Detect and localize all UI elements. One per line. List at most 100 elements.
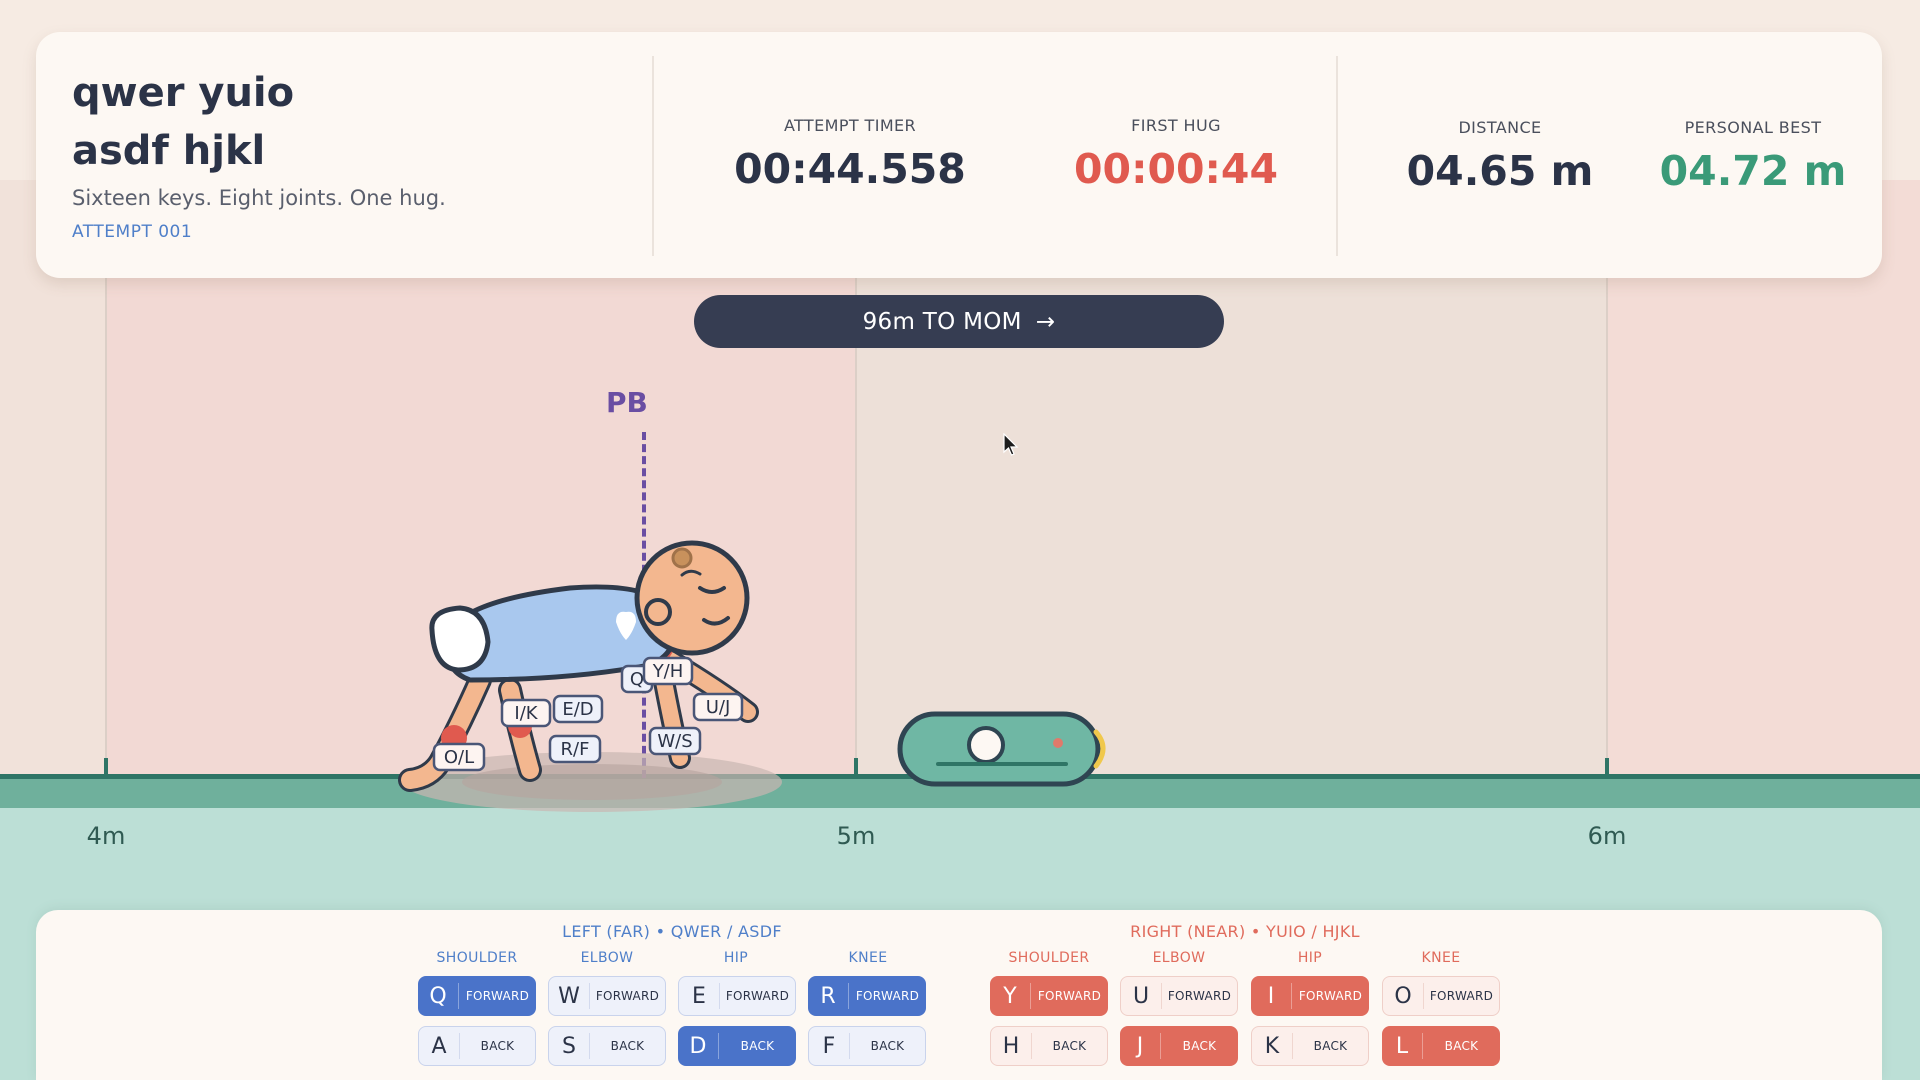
key-h-back-button[interactable]: H BACK xyxy=(990,1026,1108,1066)
first-hug: FIRST HUG 00:00:44 xyxy=(1056,116,1296,193)
right-elbow-label: ELBOW xyxy=(1152,950,1206,966)
key-i-forward-button[interactable]: I FORWARD xyxy=(1251,976,1369,1016)
key-action-label: BACK xyxy=(610,1039,645,1053)
left-shoulder-label: SHOULDER xyxy=(436,950,518,966)
key-k-back-button[interactable]: K BACK xyxy=(1251,1026,1369,1066)
key-letter: I xyxy=(1267,983,1275,1009)
key-letter: H xyxy=(1002,1033,1020,1059)
key-letter: U xyxy=(1132,983,1150,1009)
key-letter: O xyxy=(1394,983,1412,1009)
key-action-label: FORWARD xyxy=(465,989,530,1003)
tag-w-s-text: W/S xyxy=(657,731,692,752)
left-knee-label: KNEE xyxy=(848,950,888,966)
key-j-back-button[interactable]: J BACK xyxy=(1120,1026,1238,1066)
key-action-label: FORWARD xyxy=(1429,989,1494,1003)
key-action-label: FORWARD xyxy=(1037,989,1102,1003)
key-action-label: FORWARD xyxy=(725,989,790,1003)
key-q-forward-button[interactable]: Q FORWARD xyxy=(418,976,536,1016)
key-letter: S xyxy=(562,1033,576,1059)
left-group-title: LEFT (FAR) • QWER / ASDF xyxy=(562,922,782,941)
tag-y-h-text: Y/H xyxy=(652,661,684,682)
distance-marker-4m: 4m xyxy=(86,822,126,850)
left-elbow-label: ELBOW xyxy=(580,950,634,966)
key-action-label: BACK xyxy=(740,1039,775,1053)
game-title-line1: qwer yuio xyxy=(72,70,295,116)
distance-marker-5m: 5m xyxy=(836,822,876,850)
key-e-forward-button[interactable]: E FORWARD xyxy=(678,976,796,1016)
tag-q-text: Q xyxy=(630,669,644,690)
joint-key-tags: Q Y/H I/K E/D U/J W/S R/F O/L xyxy=(432,656,744,772)
tag-u-j: U/J xyxy=(692,692,744,722)
toy-pill xyxy=(897,711,1106,787)
distance-tick xyxy=(854,758,858,776)
header-divider xyxy=(1336,56,1338,256)
key-action-label: FORWARD xyxy=(1298,989,1363,1003)
distance-marker-6m: 6m xyxy=(1587,822,1627,850)
attempt-timer: ATTEMPT TIMER 00:44.558 xyxy=(730,116,970,193)
tag-r-f-text: R/F xyxy=(561,739,590,760)
controls-panel: LEFT (FAR) • QWER / ASDF RIGHT (NEAR) • … xyxy=(36,910,1882,1080)
tag-w-s: W/S xyxy=(648,726,702,756)
first-hug-label: FIRST HUG xyxy=(1131,116,1221,135)
key-d-back-button[interactable]: D BACK xyxy=(678,1026,796,1066)
attempt-counter: ATTEMPT 001 xyxy=(72,222,193,242)
arrow-right-icon: → xyxy=(1035,308,1056,335)
tagline: Sixteen keys. Eight joints. One hug. xyxy=(72,186,446,210)
key-action-label: BACK xyxy=(1182,1039,1217,1053)
distance-to-mom-banner: 96m TO MOM → xyxy=(694,295,1224,348)
key-letter: R xyxy=(820,983,836,1009)
personal-best-value: 04.72 m xyxy=(1659,147,1847,195)
distance: DISTANCE 04.65 m xyxy=(1380,118,1620,195)
tag-o-l-text: O/L xyxy=(444,747,474,768)
key-s-back-button[interactable]: S BACK xyxy=(548,1026,666,1066)
key-o-forward-button[interactable]: O FORWARD xyxy=(1382,976,1500,1016)
right-group-title: RIGHT (NEAR) • YUIO / HJKL xyxy=(1130,922,1360,941)
key-letter: Y xyxy=(1003,983,1017,1009)
distance-label: DISTANCE xyxy=(1458,118,1542,137)
key-letter: A xyxy=(431,1033,447,1059)
key-f-back-button[interactable]: F BACK xyxy=(808,1026,926,1066)
tag-r-f: R/F xyxy=(548,734,602,764)
key-action-label: BACK xyxy=(1052,1039,1087,1053)
header-card: qwer yuio asdf hjkl Sixteen keys. Eight … xyxy=(36,32,1882,278)
key-letter: W xyxy=(558,983,580,1009)
key-letter: E xyxy=(692,983,706,1009)
right-knee-label: KNEE xyxy=(1421,950,1461,966)
key-action-label: BACK xyxy=(870,1039,905,1053)
attempt-timer-value: 00:44.558 xyxy=(734,145,966,193)
tag-o-l: O/L xyxy=(432,742,486,772)
pb-label: PB xyxy=(606,386,648,419)
key-action-label: FORWARD xyxy=(855,989,920,1003)
key-u-forward-button[interactable]: U FORWARD xyxy=(1120,976,1238,1016)
key-letter: D xyxy=(689,1033,707,1059)
key-action-label: FORWARD xyxy=(595,989,660,1003)
tag-e-d-text: E/D xyxy=(562,699,593,720)
key-action-label: BACK xyxy=(1444,1039,1479,1053)
key-action-label: BACK xyxy=(480,1039,515,1053)
key-letter: F xyxy=(822,1033,836,1059)
tag-y-h: Y/H xyxy=(642,656,694,686)
key-letter: J xyxy=(1136,1033,1144,1059)
distance-tick xyxy=(1605,758,1609,776)
key-action-label: BACK xyxy=(1313,1039,1348,1053)
key-w-forward-button[interactable]: W FORWARD xyxy=(548,976,666,1016)
personal-best-label: PERSONAL BEST xyxy=(1684,118,1822,137)
tag-e-d: E/D xyxy=(552,694,604,724)
mouse-cursor-icon xyxy=(1003,433,1019,456)
key-y-forward-button[interactable]: Y FORWARD xyxy=(990,976,1108,1016)
key-action-label: FORWARD xyxy=(1167,989,1232,1003)
key-a-back-button[interactable]: A BACK xyxy=(418,1026,536,1066)
header-divider xyxy=(652,56,654,256)
tag-i-k: I/K xyxy=(500,698,552,728)
game-title-line2: asdf hjkl xyxy=(72,128,266,174)
distance-tick xyxy=(104,758,108,776)
key-letter: Q xyxy=(429,983,447,1009)
key-l-back-button[interactable]: L BACK xyxy=(1382,1026,1500,1066)
tag-i-k-text: I/K xyxy=(514,703,538,724)
banner-text: 96m TO MOM xyxy=(862,308,1022,335)
right-shoulder-label: SHOULDER xyxy=(1008,950,1090,966)
right-hip-label: HIP xyxy=(1297,950,1323,966)
first-hug-value: 00:00:44 xyxy=(1074,145,1278,193)
key-r-forward-button[interactable]: R FORWARD xyxy=(808,976,926,1016)
tag-u-j-text: U/J xyxy=(706,697,731,718)
